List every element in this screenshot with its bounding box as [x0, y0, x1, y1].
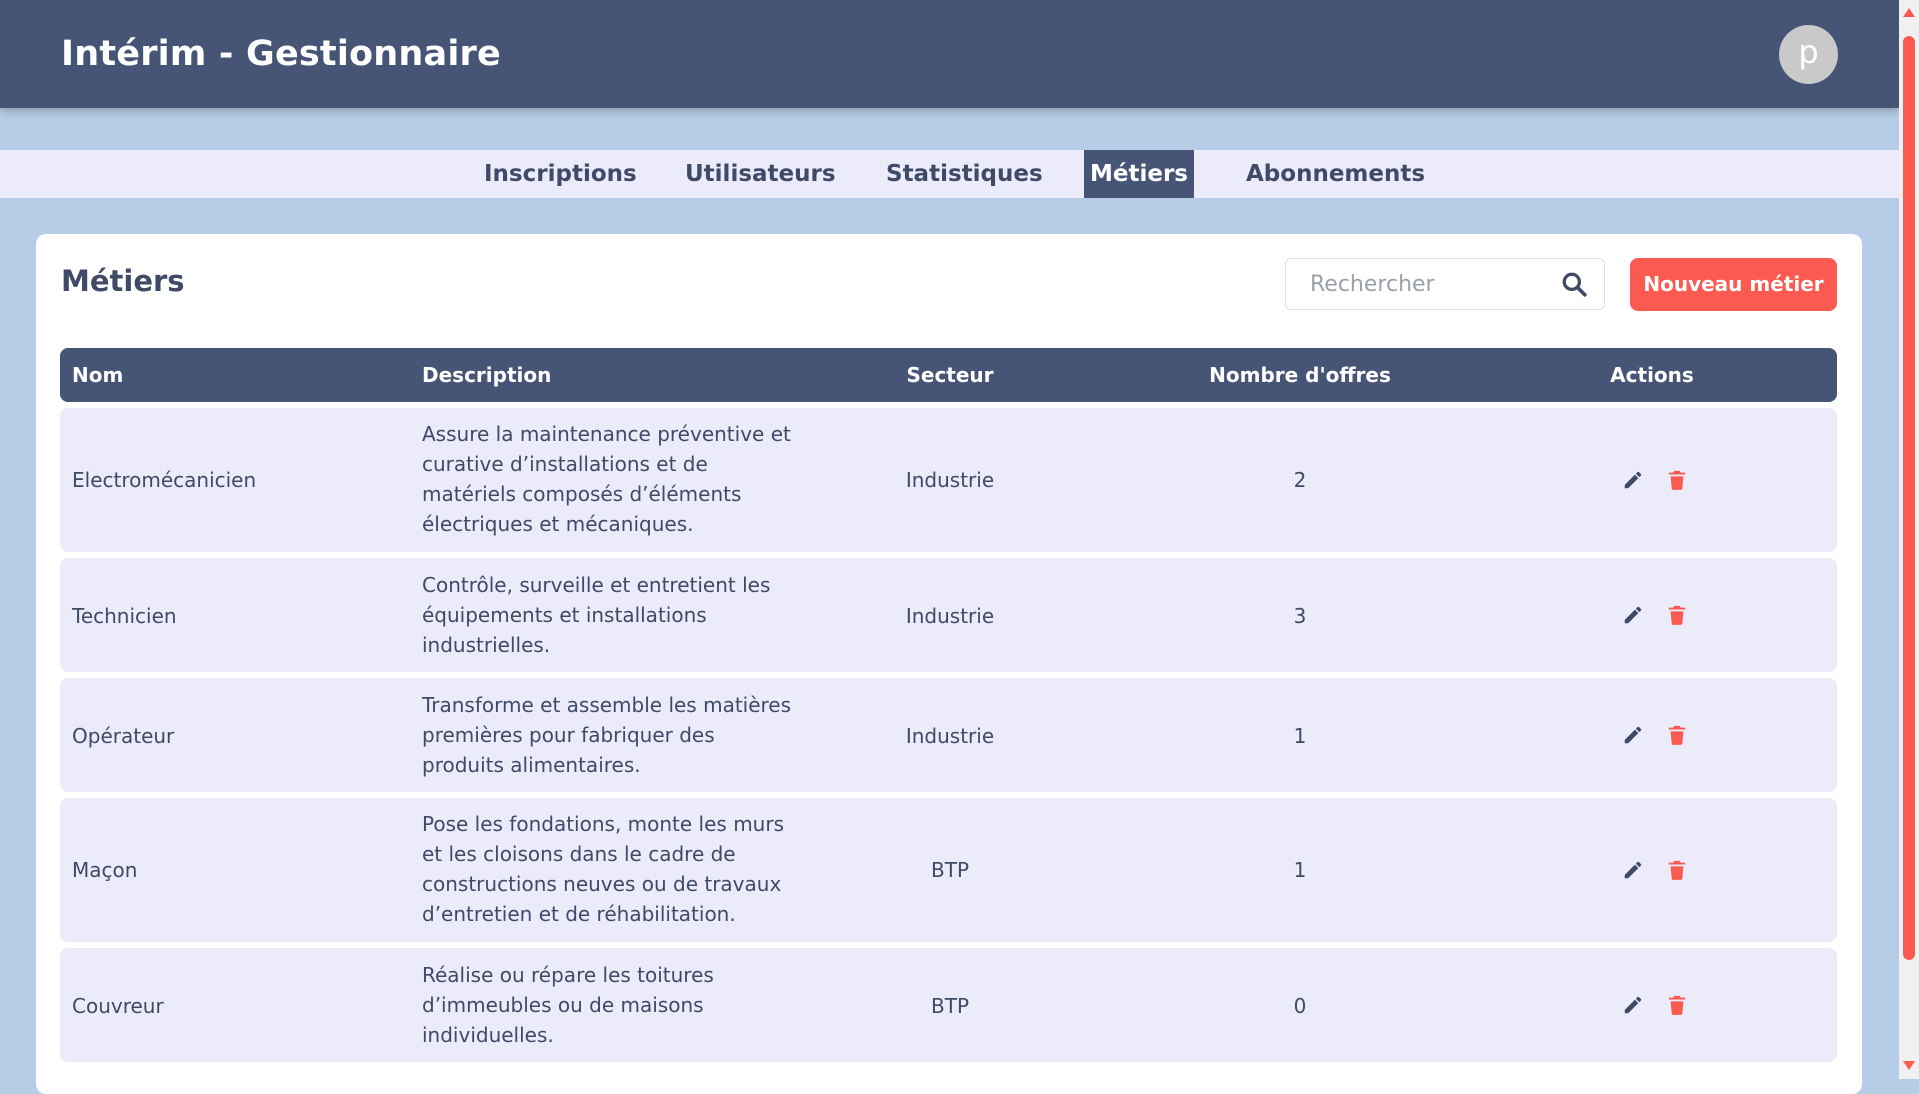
tab-metiers[interactable]: Métiers: [1084, 150, 1194, 198]
row-nombre-offres: 1: [1293, 724, 1307, 748]
pencil-icon[interactable]: [1622, 469, 1644, 491]
column-header-description: Description: [422, 363, 552, 387]
row-description: Pose les fondations, monte les murs et l…: [422, 812, 784, 926]
scroll-down-arrow-icon[interactable]: [1903, 1061, 1915, 1070]
row-secteur: Industrie: [905, 604, 995, 628]
row-description: Contrôle, surveille et entretient les éq…: [422, 573, 771, 657]
row-nom: Couvreur: [72, 994, 164, 1018]
table-row: Couvreur Réalise ou répare les toitures …: [60, 948, 1837, 1062]
tab-statistiques[interactable]: Statistiques: [886, 150, 1043, 198]
search-icon[interactable]: [1561, 271, 1587, 297]
column-header-nom: Nom: [72, 363, 124, 387]
app-title: Intérim - Gestionnaire: [61, 34, 501, 74]
new-metier-button[interactable]: Nouveau métier: [1630, 258, 1837, 311]
row-nom: Opérateur: [72, 724, 175, 748]
column-header-secteur: Secteur: [906, 363, 994, 387]
row-secteur: BTP: [931, 858, 969, 882]
pencil-icon[interactable]: [1622, 859, 1644, 881]
vertical-scrollbar[interactable]: [1899, 0, 1919, 1079]
tab-utilisateurs[interactable]: Utilisateurs: [685, 150, 836, 198]
metiers-card: Métiers Nouveau métier Nom Description S…: [36, 234, 1862, 1094]
trash-icon[interactable]: [1666, 859, 1688, 881]
row-nom: Maçon: [72, 858, 138, 882]
tab-inscriptions[interactable]: Inscriptions: [484, 150, 637, 198]
pencil-icon[interactable]: [1622, 994, 1644, 1016]
trash-icon[interactable]: [1666, 469, 1688, 491]
row-nombre-offres: 1: [1293, 858, 1307, 882]
trash-icon[interactable]: [1666, 724, 1688, 746]
nav-tabs: Inscriptions Utilisateurs Statistiques M…: [0, 150, 1899, 198]
table-row: Opérateur Transforme et assemble les mat…: [60, 678, 1837, 792]
app-header: Intérim - Gestionnaire p: [0, 0, 1899, 108]
row-nombre-offres: 3: [1293, 604, 1307, 628]
table-row: Technicien Contrôle, surveille et entret…: [60, 558, 1837, 672]
table-row: Maçon Pose les fondations, monte les mur…: [60, 798, 1837, 942]
search-box: [1285, 258, 1605, 310]
row-nombre-offres: 0: [1293, 994, 1307, 1018]
column-header-actions: Actions: [1610, 363, 1694, 387]
user-avatar[interactable]: p: [1779, 25, 1838, 84]
search-input[interactable]: [1286, 259, 1556, 309]
trash-icon[interactable]: [1666, 604, 1688, 626]
column-header-nombre-offres: Nombre d'offres: [1209, 363, 1391, 387]
row-description: Réalise ou répare les toitures d’immeubl…: [422, 963, 714, 1047]
row-nom: Technicien: [72, 604, 177, 628]
row-description: Transforme et assemble les matières prem…: [422, 693, 792, 777]
table-header: Nom Description Secteur Nombre d'offres …: [60, 348, 1837, 402]
pencil-icon[interactable]: [1622, 724, 1644, 746]
row-nombre-offres: 2: [1293, 468, 1307, 492]
row-description: Assure la maintenance préventive et cura…: [422, 422, 791, 536]
pencil-icon[interactable]: [1622, 604, 1644, 626]
tab-abonnements[interactable]: Abonnements: [1246, 150, 1425, 198]
row-nom: Electromécanicien: [72, 468, 257, 492]
trash-icon[interactable]: [1666, 994, 1688, 1016]
page-title: Métiers: [61, 264, 185, 298]
scroll-up-arrow-icon[interactable]: [1903, 8, 1915, 17]
table-row: Electromécanicien Assure la maintenance …: [60, 408, 1837, 552]
row-secteur: Industrie: [905, 468, 995, 492]
scrollbar-thumb[interactable]: [1903, 36, 1915, 960]
row-secteur: BTP: [931, 994, 969, 1018]
row-secteur: Industrie: [905, 724, 995, 748]
